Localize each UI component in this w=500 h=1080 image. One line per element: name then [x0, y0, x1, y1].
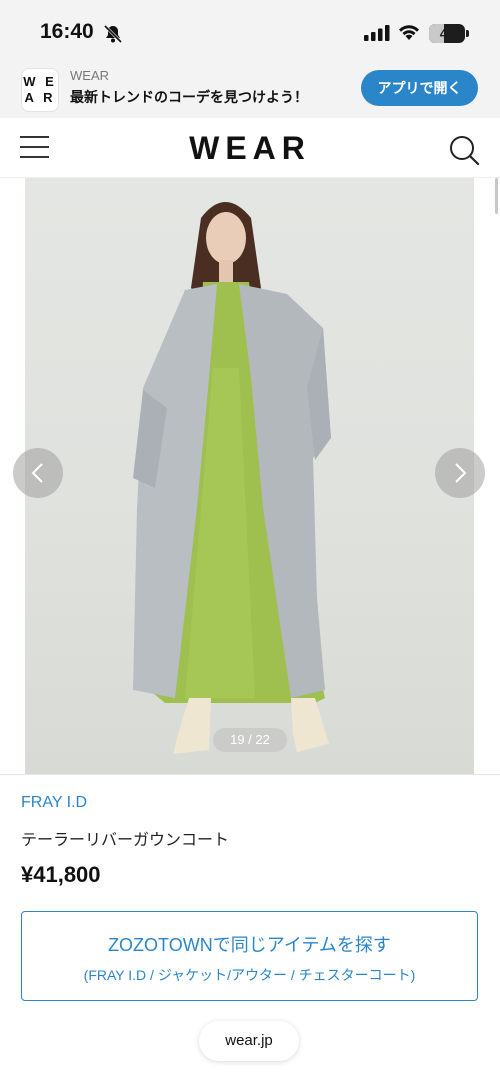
- image-counter: 19 / 22: [213, 728, 287, 752]
- search-icon[interactable]: [448, 134, 480, 166]
- chevron-right-icon: [455, 463, 467, 483]
- open-app-button[interactable]: アプリで開く: [361, 70, 478, 106]
- carousel-next-button[interactable]: [435, 448, 485, 498]
- divider: [0, 774, 500, 775]
- app-tagline: 最新トレンドのコーデを見つけよう！: [70, 89, 308, 105]
- site-logo[interactable]: WEAR: [0, 130, 500, 167]
- site-header: WEAR: [0, 118, 500, 178]
- app-name: WEAR: [70, 68, 109, 83]
- zozotown-button-label: ZOZOTOWNで同じアイテムを探す: [108, 935, 391, 955]
- wifi-icon: [399, 25, 419, 40]
- item-price: ¥41,800: [21, 862, 101, 887]
- battery-nub: [466, 30, 469, 37]
- zozotown-search-button[interactable]: ZOZOTOWNで同じアイテムを探す (FRAY I.D / ジャケット/アウタ…: [21, 911, 478, 1001]
- browser-url-bar[interactable]: wear.jp: [199, 1021, 299, 1061]
- page-scrollbar[interactable]: [495, 178, 498, 214]
- app-banner: W E A R WEAR 最新トレンドのコーデを見つけよう！ アプリで開く: [0, 64, 500, 118]
- status-bar: 16:40 43: [0, 0, 500, 64]
- brand-link[interactable]: FRAY I.D: [21, 794, 87, 812]
- item-name: テーラーリバーガウンコート: [21, 832, 230, 849]
- app-logo[interactable]: W E A R: [21, 68, 59, 112]
- model-illustration: [133, 202, 331, 754]
- carousel-prev-button[interactable]: [13, 448, 63, 498]
- bell-slash-icon: [103, 24, 123, 44]
- wear-logo-mark: W E A R: [23, 74, 57, 105]
- zozotown-button-category: (FRAY I.D / ジャケット/アウター / チェスターコート): [83, 967, 416, 983]
- product-gallery: 19 / 22: [0, 178, 500, 774]
- svg-text:W E: W E: [23, 74, 57, 89]
- chevron-left-icon: [31, 463, 43, 483]
- product-photo[interactable]: [25, 178, 474, 774]
- battery-level: 43: [439, 26, 455, 41]
- signal-icon: [364, 25, 390, 41]
- battery-icon: 43: [429, 24, 465, 43]
- status-time: 16:40: [40, 20, 94, 43]
- svg-text:A R: A R: [25, 90, 56, 105]
